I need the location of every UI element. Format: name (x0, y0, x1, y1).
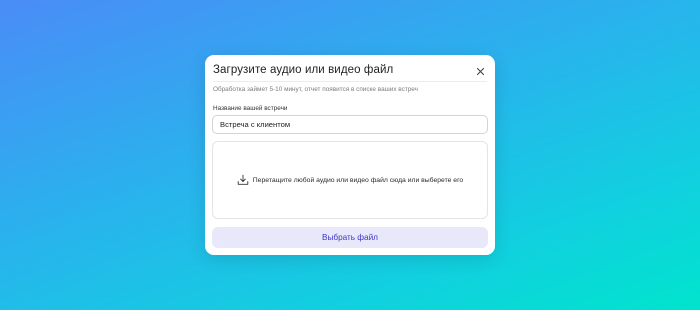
modal-title: Загрузите аудио или видео файл (213, 64, 394, 76)
modal-subtitle: Обработка займет 5-10 минут, отчет появи… (213, 86, 418, 93)
download-icon (237, 174, 249, 185)
file-dropzone[interactable]: Перетащите любой аудио или видео файл сю… (212, 141, 488, 219)
header-divider (213, 81, 487, 82)
meeting-name-label: Название вашей встречи (213, 105, 288, 112)
close-icon (476, 67, 485, 76)
upload-modal: Загрузите аудио или видео файл Обработка… (205, 55, 495, 255)
close-button[interactable] (475, 66, 486, 77)
dropzone-text: Перетащите любой аудио или видео файл сю… (252, 176, 464, 184)
meeting-name-input[interactable] (212, 115, 488, 134)
choose-file-button[interactable]: Выбрать файл (212, 227, 488, 248)
